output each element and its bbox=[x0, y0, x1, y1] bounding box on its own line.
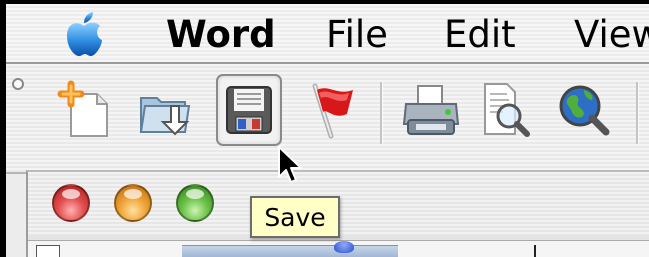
tooltip-text: Save bbox=[264, 202, 326, 232]
ruler bbox=[28, 240, 649, 257]
flag-button[interactable] bbox=[300, 74, 366, 146]
toolbar-separator bbox=[380, 82, 383, 144]
print-button[interactable] bbox=[398, 74, 464, 146]
ruler-margin-area bbox=[182, 245, 398, 257]
print-icon bbox=[402, 85, 460, 135]
open-button[interactable] bbox=[132, 74, 198, 146]
flag-icon bbox=[312, 83, 353, 139]
save-tooltip: Save bbox=[250, 196, 340, 238]
ruler-tab-stop[interactable] bbox=[534, 245, 536, 257]
new-document-button[interactable] bbox=[52, 74, 118, 146]
menu-edit[interactable]: Edit bbox=[444, 12, 516, 58]
menu-bar: Word File Edit View bbox=[6, 4, 649, 64]
web-search-icon bbox=[559, 85, 610, 136]
close-button[interactable] bbox=[52, 184, 90, 222]
new-document-icon bbox=[57, 80, 108, 137]
save-button[interactable] bbox=[216, 74, 282, 146]
menu-file[interactable]: File bbox=[326, 12, 388, 58]
indent-marker[interactable] bbox=[334, 241, 354, 253]
menu-view[interactable]: View bbox=[574, 12, 649, 58]
ruler-view-toggle[interactable] bbox=[36, 245, 60, 257]
print-preview-button[interactable] bbox=[472, 74, 538, 146]
print-preview-icon bbox=[484, 83, 530, 137]
minimize-button[interactable] bbox=[114, 184, 152, 222]
toolbar-separator bbox=[636, 82, 639, 144]
menu-word[interactable]: Word bbox=[166, 12, 276, 58]
toolbar-toggle-icon[interactable] bbox=[12, 78, 24, 90]
web-search-button[interactable] bbox=[552, 74, 618, 146]
standard-toolbar bbox=[6, 64, 649, 174]
mouse-pointer-icon bbox=[278, 146, 302, 183]
save-icon bbox=[226, 86, 272, 134]
zoom-button[interactable] bbox=[176, 184, 214, 222]
apple-icon[interactable] bbox=[64, 10, 104, 58]
open-folder-icon bbox=[139, 97, 191, 136]
